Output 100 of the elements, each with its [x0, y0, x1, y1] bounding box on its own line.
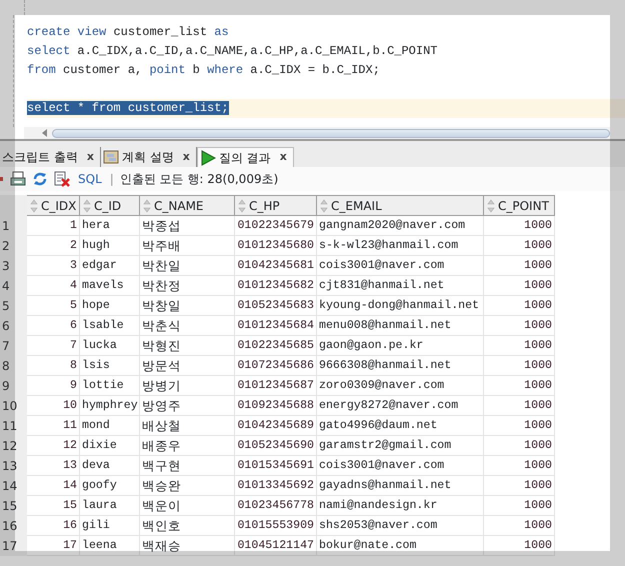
table-cell: edgar — [80, 256, 140, 276]
table-cell: 01015345691 — [235, 456, 317, 476]
table-cell: 배종우 — [140, 436, 235, 456]
table-cell: gili — [80, 516, 140, 536]
table-cell: 박창일 — [140, 296, 235, 316]
table-cell: 1000 — [484, 336, 555, 356]
table-cell: 10 — [27, 396, 80, 416]
column-header[interactable]: C_IDX — [27, 195, 80, 216]
table-cell: 1000 — [484, 356, 555, 376]
table-cell: 방문석 — [140, 356, 235, 376]
table-cell: lucka — [80, 336, 140, 356]
table-cell: 1000 — [484, 216, 555, 236]
table-cell: leena — [80, 536, 140, 556]
table-cell: 박형진 — [140, 336, 235, 356]
table-cell: hera — [80, 216, 140, 236]
table-cell: 1000 — [484, 316, 555, 336]
table-cell: 1000 — [484, 376, 555, 396]
column-header[interactable]: C_NAME — [140, 195, 235, 216]
separator: | — [110, 171, 114, 188]
table-cell: cjt831@hanmail.net — [317, 276, 484, 296]
table-cell: 1000 — [484, 496, 555, 516]
table-cell: lottie — [80, 376, 140, 396]
sort-icon — [238, 198, 246, 212]
table-cell: cois3001@naver.com — [317, 256, 484, 276]
table-cell: 1000 — [484, 236, 555, 256]
column-header[interactable]: C_POINT — [484, 195, 555, 216]
table-cell: 01042345681 — [235, 256, 317, 276]
table-cell: 01072345686 — [235, 356, 317, 376]
table-cell: 1000 — [484, 476, 555, 496]
table-cell: 01042345689 — [235, 416, 317, 436]
sort-icon — [83, 198, 91, 212]
table-cell: 배상철 — [140, 416, 235, 436]
table-cell: 방영주 — [140, 396, 235, 416]
table-cell: 8 — [27, 356, 80, 376]
table-cell: goofy — [80, 476, 140, 496]
fetch-status: 인출된 모든 행: 28(0,009초) — [120, 171, 278, 188]
table-cell: 01012345684 — [235, 316, 317, 336]
table-cell: 박주배 — [140, 236, 235, 256]
table-cell: 7 — [27, 336, 80, 356]
table-cell: 01012345680 — [235, 236, 317, 256]
sql-button[interactable]: SQL — [76, 170, 104, 188]
table-cell: 백재승 — [140, 536, 235, 556]
table-cell: 1000 — [484, 436, 555, 456]
table-cell: cois3001@naver.com — [317, 456, 484, 476]
table-cell: deva — [80, 456, 140, 476]
table-cell: garamstr2@gmail.com — [317, 436, 484, 456]
scrollbar-thumb[interactable] — [52, 128, 610, 138]
table-cell: 01052345683 — [235, 296, 317, 316]
table-cell: 박춘식 — [140, 316, 235, 336]
sort-icon — [143, 198, 151, 212]
result-tab[interactable]: 질의 결과 x — [196, 147, 294, 167]
table-cell: gato4996@daum.net — [317, 416, 484, 436]
column-header[interactable]: C_ID — [80, 195, 140, 216]
table-cell: 01023456778 — [235, 496, 317, 516]
column-header[interactable]: C_HP — [235, 195, 317, 216]
table-cell: hope — [80, 296, 140, 316]
table-cell: 4 — [27, 276, 80, 296]
table-cell: 박찬정 — [140, 276, 235, 296]
table-cell: lsis — [80, 356, 140, 376]
table-cell: mavels — [80, 276, 140, 296]
table-cell: 백인호 — [140, 516, 235, 536]
table-cell: 01015553909 — [235, 516, 317, 536]
table-cell: 1000 — [484, 256, 555, 276]
table-cell: menu008@hanmail.net — [317, 316, 484, 336]
table-cell: s-k-wl23@hanmail.com — [317, 236, 484, 256]
table-cell: 방병기 — [140, 376, 235, 396]
delete-icon — [54, 171, 70, 187]
sort-icon — [320, 198, 328, 212]
table-cell: 백구현 — [140, 456, 235, 476]
refresh-button[interactable] — [32, 171, 48, 187]
table-cell: 11 — [27, 416, 80, 436]
scroll-left-icon — [42, 129, 48, 137]
table-cell: 01013345692 — [235, 476, 317, 496]
table-cell: energy8272@naver.com — [317, 396, 484, 416]
table-cell: 박종섭 — [140, 216, 235, 236]
table-cell: dixie — [80, 436, 140, 456]
sort-icon — [30, 198, 38, 212]
table-cell: 01022345679 — [235, 216, 317, 236]
table-cell: nami@nandesign.kr — [317, 496, 484, 516]
table-cell: 13 — [27, 456, 80, 476]
table-cell: 16 — [27, 516, 80, 536]
table-cell: 2 — [27, 236, 80, 256]
table-cell: lsable — [80, 316, 140, 336]
table-cell: 1000 — [484, 296, 555, 316]
table-cell: 01092345688 — [235, 396, 317, 416]
table-cell: gangnam2020@naver.com — [317, 216, 484, 236]
table-cell: 1000 — [484, 276, 555, 296]
column-header[interactable]: C_EMAIL — [317, 195, 484, 216]
table-cell: 01045121147 — [235, 536, 317, 556]
table-cell: 01052345690 — [235, 436, 317, 456]
table-cell: 1000 — [484, 456, 555, 476]
delete-button[interactable] — [54, 171, 70, 187]
table-cell: 01022345685 — [235, 336, 317, 356]
table-cell: 17 — [27, 536, 80, 556]
table-cell: 5 — [27, 296, 80, 316]
table-cell: gayadns@hanmail.net — [317, 476, 484, 496]
table-cell: 박찬일 — [140, 256, 235, 276]
table-cell: 1 — [27, 216, 80, 236]
table-cell: 백운이 — [140, 496, 235, 516]
table-cell: 1000 — [484, 536, 555, 556]
